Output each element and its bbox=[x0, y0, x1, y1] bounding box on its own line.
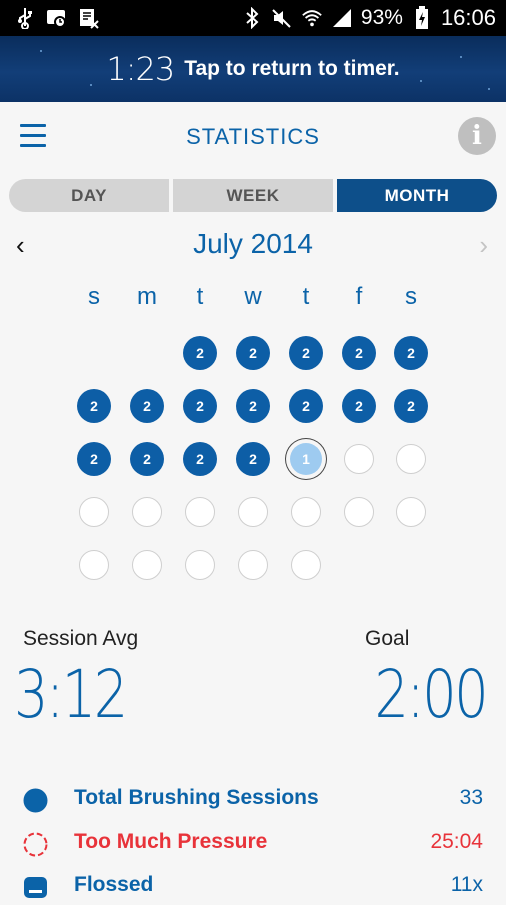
clock: 16:06 bbox=[440, 5, 496, 30]
legend-value: 11x bbox=[450, 873, 483, 896]
timer-value: 1:23 bbox=[106, 50, 175, 88]
legend-flossed: Flossed 11x bbox=[0, 871, 506, 903]
usb-icon bbox=[14, 7, 36, 29]
filled-circle-icon bbox=[23, 788, 48, 813]
calendar-day[interactable]: 2 bbox=[342, 389, 376, 423]
return-to-timer-banner[interactable]: 1:23 Tap to return to timer. bbox=[0, 36, 506, 102]
calendar-day[interactable]: 2 bbox=[289, 389, 323, 423]
period-tabs: DAY WEEK MONTH bbox=[9, 179, 497, 212]
calendar-day[interactable] bbox=[79, 497, 109, 527]
weekday-header: smtwtfs bbox=[0, 283, 506, 313]
weekday-label: s bbox=[405, 283, 417, 310]
calendar-day[interactable] bbox=[238, 497, 268, 527]
calendar-day[interactable]: 2 bbox=[394, 336, 428, 370]
goal-value: 2:00 bbox=[374, 656, 488, 733]
tab-day[interactable]: DAY bbox=[9, 179, 169, 212]
floss-icon bbox=[23, 875, 48, 900]
calendar-day[interactable]: 2 bbox=[289, 336, 323, 370]
month-title: July 2014 bbox=[193, 228, 313, 259]
month-navigation: ‹ July 2014 › bbox=[0, 226, 506, 266]
session-avg-value: 3:12 bbox=[14, 656, 128, 733]
calendar-day[interactable]: 2 bbox=[77, 442, 111, 476]
weekday-label: m bbox=[137, 283, 157, 310]
mute-icon bbox=[271, 7, 293, 29]
wifi-icon bbox=[301, 7, 323, 29]
weekday-label: f bbox=[355, 283, 363, 310]
status-bar: 93% 16:06 bbox=[0, 0, 506, 36]
legend-label: Too Much Pressure bbox=[74, 830, 268, 853]
calendar-day[interactable] bbox=[396, 497, 426, 527]
calendar-day[interactable] bbox=[291, 550, 321, 580]
calendar-day[interactable]: 2 bbox=[342, 336, 376, 370]
calendar-day[interactable] bbox=[132, 497, 162, 527]
calendar-day[interactable] bbox=[238, 550, 268, 580]
tab-week[interactable]: WEEK bbox=[173, 179, 333, 212]
session-avg-label: Session Avg bbox=[23, 627, 139, 650]
dashed-circle-icon bbox=[23, 832, 48, 857]
next-month-icon[interactable]: › bbox=[479, 230, 488, 261]
weekday-label: s bbox=[88, 283, 100, 310]
calendar-day[interactable]: 2 bbox=[183, 389, 217, 423]
battery-charging-icon bbox=[411, 6, 433, 29]
legend-too-much-pressure: Too Much Pressure 25:04 bbox=[0, 828, 506, 860]
legend-value: 25:04 bbox=[430, 830, 483, 853]
calendar-day[interactable]: 2 bbox=[236, 442, 270, 476]
calendar-day[interactable] bbox=[185, 550, 215, 580]
weekday-label: t bbox=[196, 283, 204, 310]
legend-label: Flossed bbox=[74, 873, 154, 896]
legend-label: Total Brushing Sessions bbox=[74, 786, 319, 809]
calendar-day[interactable]: 2 bbox=[183, 442, 217, 476]
calendar-day[interactable] bbox=[344, 497, 374, 527]
calendar-day[interactable]: 2 bbox=[236, 389, 270, 423]
tab-month[interactable]: MONTH bbox=[337, 179, 497, 212]
calendar-day[interactable] bbox=[79, 550, 109, 580]
legend-total-sessions: Total Brushing Sessions 33 bbox=[0, 784, 506, 816]
weekday-label: w bbox=[244, 283, 262, 310]
calendar-day[interactable]: 2 bbox=[130, 389, 164, 423]
battery-percent: 93% bbox=[360, 6, 403, 29]
calendar-day[interactable]: 2 bbox=[236, 336, 270, 370]
banner-message: Tap to return to timer. bbox=[184, 57, 400, 80]
calendar-day[interactable] bbox=[132, 550, 162, 580]
dev-options-icon bbox=[78, 7, 100, 29]
calendar-day[interactable]: 2 bbox=[130, 442, 164, 476]
calendar-day[interactable] bbox=[344, 444, 374, 474]
calendar-day[interactable]: 2 bbox=[183, 336, 217, 370]
screenshot-app-icon bbox=[46, 7, 68, 29]
app-bar: STATISTICS i bbox=[0, 102, 506, 172]
signal-icon bbox=[331, 7, 353, 29]
calendar-day[interactable]: 2 bbox=[77, 389, 111, 423]
calendar-day[interactable]: 2 bbox=[394, 389, 428, 423]
calendar-day[interactable] bbox=[185, 497, 215, 527]
bluetooth-icon bbox=[241, 7, 263, 29]
legend-value: 33 bbox=[459, 786, 483, 809]
info-icon[interactable]: i bbox=[458, 117, 496, 155]
calendar-day-today[interactable]: 1 bbox=[290, 443, 322, 475]
goal-label: Goal bbox=[365, 627, 410, 650]
calendar-day[interactable] bbox=[396, 444, 426, 474]
weekday-label: t bbox=[302, 283, 310, 310]
page-title: STATISTICS bbox=[186, 124, 320, 149]
calendar-day[interactable] bbox=[291, 497, 321, 527]
